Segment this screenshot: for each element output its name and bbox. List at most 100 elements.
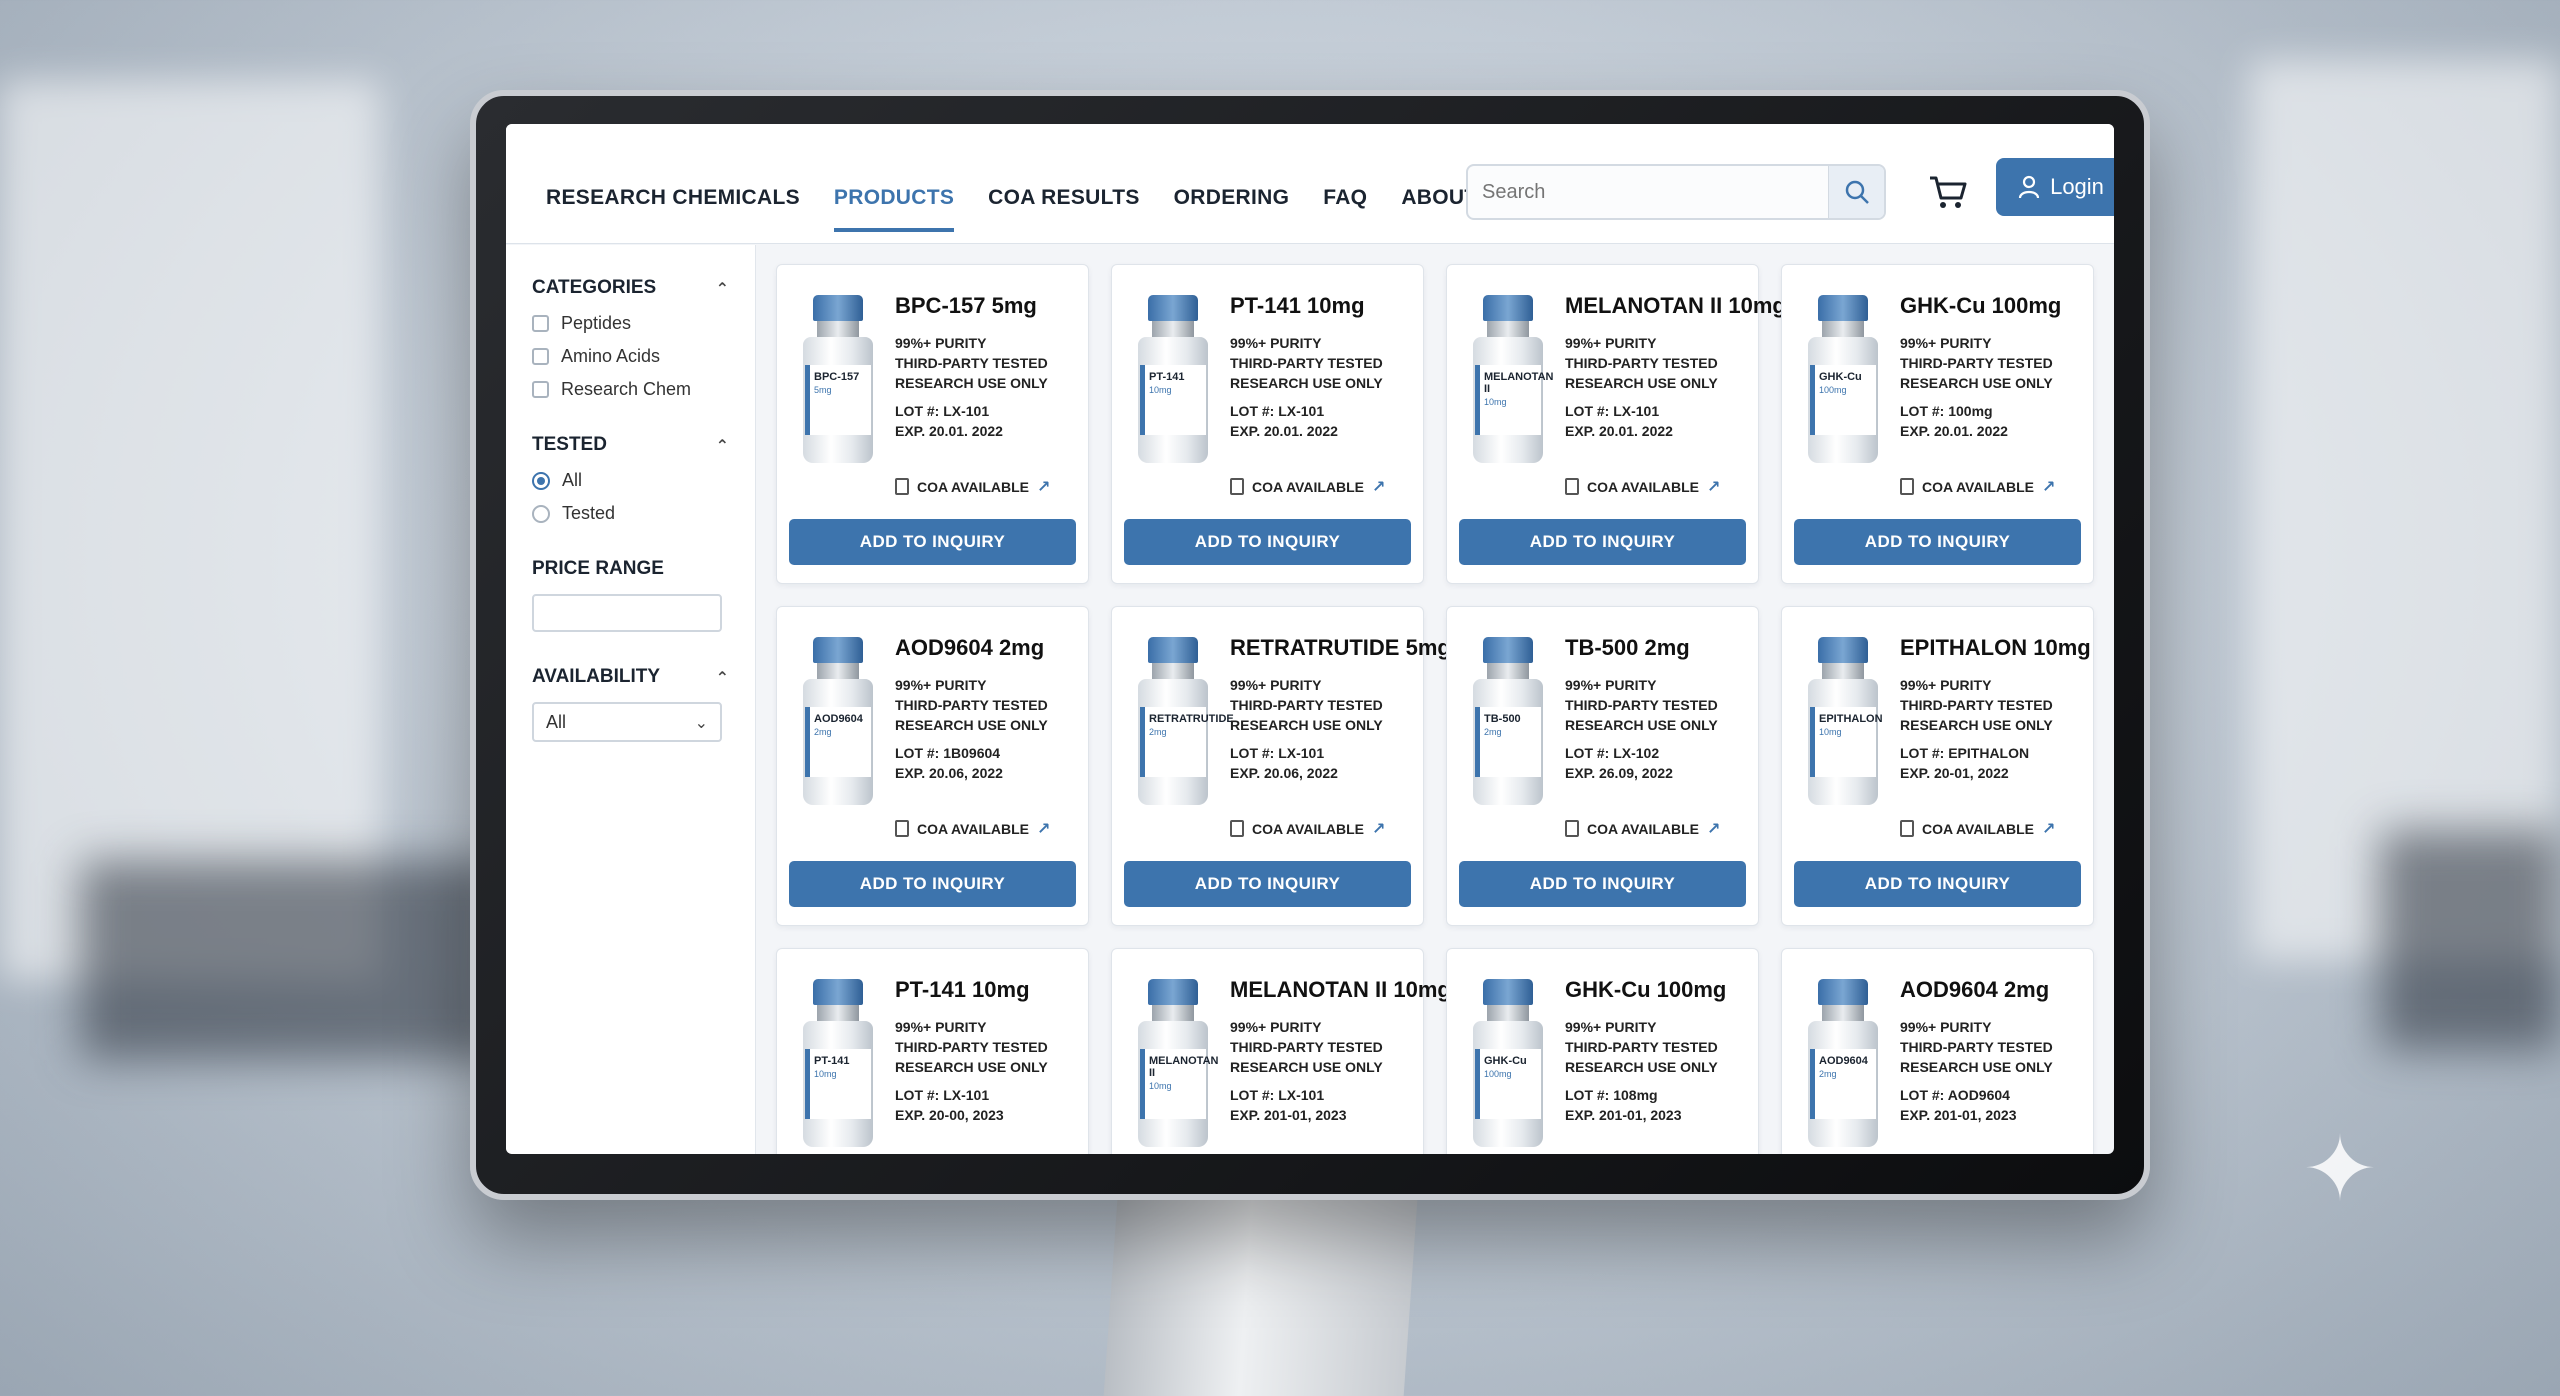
tested-option-all[interactable]: All [532, 470, 729, 491]
checkbox[interactable] [532, 348, 549, 365]
product-exp: EXP. 201-01, 2023 [1900, 1107, 2017, 1123]
product-name[interactable]: RETRATRUTIDE 5mg [1230, 635, 1451, 661]
product-card: BPC-157 5mg BPC-157 5mg 99%+ PURITY THIRD… [776, 264, 1089, 584]
product-name[interactable]: AOD9604 2mg [895, 635, 1074, 661]
nav-faq[interactable]: FAQ [1323, 186, 1367, 232]
product-exp: EXP. 201-01, 2023 [1230, 1107, 1347, 1123]
product-name[interactable]: BPC-157 5mg [895, 293, 1074, 319]
product-use: RESEARCH USE ONLY [895, 375, 1048, 391]
vial-label-name: PT-141 [1149, 371, 1185, 383]
coa-link[interactable]: COA AVAILABLE ↗ [1900, 819, 2055, 838]
product-name[interactable]: GHK-Cu 100mg [1565, 977, 1744, 1003]
document-icon [1230, 478, 1244, 495]
external-link-icon: ↗ [2042, 477, 2056, 496]
product-name[interactable]: MELANOTAN II 10mg [1565, 293, 1786, 319]
product-name[interactable]: MELANOTAN II 10mg [1230, 977, 1451, 1003]
tested-header[interactable]: TESTED ⌃ [532, 434, 729, 456]
checkbox[interactable] [532, 381, 549, 398]
coa-link[interactable]: COA AVAILABLE ↗ [895, 819, 1050, 838]
product-exp: EXP. 20.01. 2022 [1565, 423, 1673, 439]
availability-select[interactable]: All ⌄ [532, 702, 722, 742]
product-exp: EXP. 26.09, 2022 [1565, 765, 1673, 781]
product-info: MELANOTAN II 10mg 99%+ PURITY THIRD-PART… [1565, 293, 1786, 441]
monitor-stand [1102, 1200, 1418, 1396]
category-option-research-chem[interactable]: Research Chem [532, 379, 729, 400]
vial-label-name: TB-500 [1484, 713, 1521, 725]
sparkle-icon: ✦ [2302, 1117, 2378, 1222]
coa-link[interactable]: COA AVAILABLE ↗ [1565, 477, 1720, 496]
add-to-inquiry-button[interactable]: ADD TO INQUIRY [1794, 861, 2081, 907]
product-info: PT-141 10mg 99%+ PURITY THIRD-PARTY TEST… [1230, 293, 1409, 441]
product-name[interactable]: TB-500 2mg [1565, 635, 1744, 661]
product-card: AOD9604 2mg AOD9604 2mg 99%+ PURITY THIRD… [776, 606, 1089, 926]
category-option-peptides[interactable]: Peptides [532, 313, 729, 334]
product-info: EPITHALON 10mg 99%+ PURITY THIRD-PARTY T… [1900, 635, 2091, 783]
document-icon [1565, 478, 1579, 495]
product-tested: THIRD-PARTY TESTED [895, 355, 1048, 371]
background-window-left [0, 80, 380, 980]
product-name[interactable]: AOD9604 2mg [1900, 977, 2079, 1003]
product-use: RESEARCH USE ONLY [1565, 1059, 1718, 1075]
tested-option-tested[interactable]: Tested [532, 503, 729, 524]
document-icon [1230, 820, 1244, 837]
vial-label-name: GHK-Cu [1819, 371, 1862, 383]
product-tested: THIRD-PARTY TESTED [1565, 355, 1718, 371]
add-to-inquiry-button[interactable]: ADD TO INQUIRY [789, 861, 1076, 907]
search-input[interactable] [1468, 166, 1828, 218]
coa-link[interactable]: COA AVAILABLE ↗ [1900, 477, 2055, 496]
product-info: MELANOTAN II 10mg 99%+ PURITY THIRD-PART… [1230, 977, 1451, 1125]
product-card: GHK-Cu 100mg GHK-Cu 100mg 99%+ PURITY THI… [1781, 264, 2094, 584]
coa-link[interactable]: COA AVAILABLE ↗ [1230, 819, 1385, 838]
product-lot: LOT #: EPITHALON [1900, 745, 2030, 761]
radio[interactable] [532, 504, 550, 523]
product-lot: LOT #: LX-101 [1230, 745, 1325, 761]
nav-coa-results[interactable]: COA RESULTS [988, 186, 1139, 232]
add-to-inquiry-button[interactable]: ADD TO INQUIRY [1124, 861, 1411, 907]
coa-link[interactable]: COA AVAILABLE ↗ [1565, 819, 1720, 838]
add-to-inquiry-button[interactable]: ADD TO INQUIRY [1459, 519, 1746, 565]
add-to-inquiry-button[interactable]: ADD TO INQUIRY [789, 519, 1076, 565]
external-link-icon: ↗ [1037, 477, 1051, 496]
coa-label: COA AVAILABLE [1922, 820, 2034, 837]
background-furniture-right [2380, 830, 2560, 1050]
product-name[interactable]: GHK-Cu 100mg [1900, 293, 2079, 319]
product-name[interactable]: PT-141 10mg [1230, 293, 1409, 319]
product-info: RETRATRUTIDE 5mg 99%+ PURITY THIRD-PARTY… [1230, 635, 1451, 783]
product-vial-image: BPC-157 5mg [799, 295, 877, 465]
price-range-input[interactable] [532, 594, 722, 632]
product-exp: EXP. 20.01. 2022 [1230, 423, 1338, 439]
checkbox[interactable] [532, 315, 549, 332]
product-tested: THIRD-PARTY TESTED [1900, 697, 2053, 713]
external-link-icon: ↗ [1372, 819, 1386, 838]
add-to-inquiry-button[interactable]: ADD TO INQUIRY [1124, 519, 1411, 565]
nav-products[interactable]: PRODUCTS [833, 186, 955, 232]
login-label: Login [2050, 174, 2104, 199]
product-exp: EXP. 20.01. 2022 [895, 423, 1003, 439]
nav-research-chemicals[interactable]: RESEARCH CHEMICALS [546, 186, 800, 232]
external-link-icon: ↗ [1037, 819, 1051, 838]
chevron-down-icon: ⌄ [694, 712, 708, 732]
coa-link[interactable]: COA AVAILABLE ↗ [895, 477, 1050, 496]
categories-header[interactable]: CATEGORIES ⌃ [532, 277, 729, 299]
radio-selected[interactable] [532, 471, 550, 490]
product-card: MELANOTAN II 10mg MELANOTAN II 10mg 99%+ … [1446, 264, 1786, 584]
category-option-amino-acids[interactable]: Amino Acids [532, 346, 729, 367]
cart-button[interactable] [1926, 170, 1970, 214]
add-to-inquiry-button[interactable]: ADD TO INQUIRY [1794, 519, 2081, 565]
cart-icon [1930, 176, 1967, 208]
product-info: BPC-157 5mg 99%+ PURITY THIRD-PARTY TEST… [895, 293, 1074, 441]
product-use: RESEARCH USE ONLY [1900, 717, 2053, 733]
product-name[interactable]: PT-141 10mg [895, 977, 1074, 1003]
add-to-inquiry-button[interactable]: ADD TO INQUIRY [1459, 861, 1746, 907]
coa-link[interactable]: COA AVAILABLE ↗ [1230, 477, 1385, 496]
product-name[interactable]: EPITHALON 10mg [1900, 635, 2091, 661]
external-link-icon: ↗ [2042, 819, 2056, 838]
product-exp: EXP. 20-01, 2022 [1900, 765, 2009, 781]
search-button[interactable] [1828, 166, 1884, 218]
login-button[interactable]: Login [1996, 158, 2114, 216]
product-lot: LOT #: 100mg [1900, 403, 1993, 419]
product-card: PT-141 10mg PT-141 10mg 99%+ PURITY THIRD… [776, 948, 1089, 1154]
nav-ordering[interactable]: ORDERING [1174, 186, 1290, 232]
availability-header[interactable]: AVAILABILITY ⌃ [532, 666, 729, 688]
product-vial-image: AOD9604 2mg [799, 637, 877, 807]
